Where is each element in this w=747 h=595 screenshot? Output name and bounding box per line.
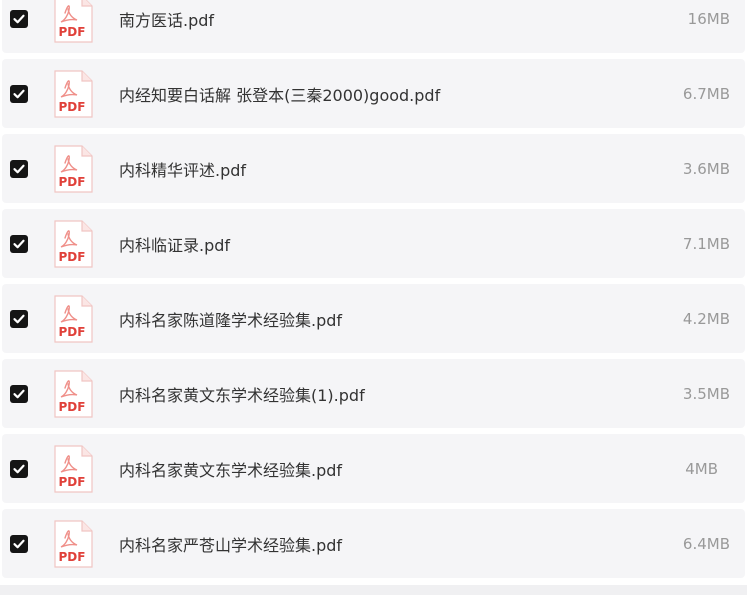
file-name[interactable]: 内科名家严苍山学术经验集.pdf bbox=[119, 532, 342, 556]
pdf-label: PDF bbox=[59, 475, 86, 489]
checkbox[interactable] bbox=[10, 9, 28, 28]
file-size: 3.6MB bbox=[682, 159, 730, 178]
checkbox[interactable] bbox=[10, 309, 28, 328]
checkbox[interactable] bbox=[10, 84, 28, 103]
pdf-icon: PDF bbox=[54, 144, 93, 193]
next-row-edge bbox=[0, 585, 747, 595]
checkbox[interactable] bbox=[10, 234, 28, 253]
pdf-icon: PDF bbox=[54, 444, 93, 493]
file-name[interactable]: 南方医话.pdf bbox=[119, 7, 214, 31]
checkmark-icon bbox=[13, 14, 25, 23]
pdf-label: PDF bbox=[59, 550, 86, 564]
pdf-icon: PDF bbox=[54, 219, 93, 268]
checkbox[interactable] bbox=[10, 384, 28, 403]
file-size: 7.1MB bbox=[682, 234, 730, 253]
file-name[interactable]: 内科精华评述.pdf bbox=[119, 157, 246, 181]
file-row[interactable]: PDF 南方医话.pdf 16MB bbox=[2, 0, 745, 53]
pdf-icon: PDF bbox=[54, 369, 93, 418]
pdf-icon: PDF bbox=[54, 519, 93, 568]
file-row[interactable]: PDF 内科精华评述.pdf 3.6MB bbox=[2, 134, 745, 203]
checkmark-icon bbox=[13, 164, 25, 173]
checkmark-icon bbox=[13, 89, 25, 98]
file-row[interactable]: PDF 内科名家黄文东学术经验集(1).pdf 3.5MB bbox=[2, 359, 745, 428]
checkmark-icon bbox=[13, 239, 25, 248]
file-name[interactable]: 内科名家黄文东学术经验集.pdf bbox=[119, 457, 342, 481]
file-size: 6.7MB bbox=[682, 84, 730, 103]
pdf-icon: PDF bbox=[54, 294, 93, 343]
file-row[interactable]: PDF 内经知要白话解 张登本(三秦2000)good.pdf 6.7MB bbox=[2, 59, 745, 128]
file-size: 3.5MB bbox=[682, 384, 730, 403]
file-name[interactable]: 内科临证录.pdf bbox=[119, 232, 230, 256]
checkbox[interactable] bbox=[10, 159, 28, 178]
checkbox[interactable] bbox=[10, 534, 28, 553]
checkmark-icon bbox=[13, 539, 25, 548]
pdf-label: PDF bbox=[59, 325, 86, 339]
file-size: 16MB bbox=[687, 9, 730, 28]
pdf-label: PDF bbox=[59, 25, 86, 39]
checkmark-icon bbox=[13, 464, 25, 473]
pdf-icon: PDF bbox=[54, 69, 93, 118]
pdf-label: PDF bbox=[59, 175, 86, 189]
checkmark-icon bbox=[13, 389, 25, 398]
file-size: 4MB bbox=[685, 459, 718, 478]
file-row[interactable]: PDF 内科临证录.pdf 7.1MB bbox=[2, 209, 745, 278]
pdf-label: PDF bbox=[59, 400, 86, 414]
pdf-icon: PDF bbox=[54, 0, 93, 43]
file-size: 4.2MB bbox=[682, 309, 730, 328]
file-row[interactable]: PDF 内科名家严苍山学术经验集.pdf 6.4MB bbox=[2, 509, 745, 578]
checkbox[interactable] bbox=[10, 459, 28, 478]
file-size: 6.4MB bbox=[682, 534, 730, 553]
file-row[interactable]: PDF 内科名家黄文东学术经验集.pdf 4MB bbox=[2, 434, 745, 503]
file-name[interactable]: 内经知要白话解 张登本(三秦2000)good.pdf bbox=[119, 82, 440, 106]
file-name[interactable]: 内科名家陈道隆学术经验集.pdf bbox=[119, 307, 342, 331]
file-name[interactable]: 内科名家黄文东学术经验集(1).pdf bbox=[119, 382, 365, 406]
file-row[interactable]: PDF 内科名家陈道隆学术经验集.pdf 4.2MB bbox=[2, 284, 745, 353]
checkmark-icon bbox=[13, 314, 25, 323]
pdf-label: PDF bbox=[59, 100, 86, 114]
pdf-label: PDF bbox=[59, 250, 86, 264]
